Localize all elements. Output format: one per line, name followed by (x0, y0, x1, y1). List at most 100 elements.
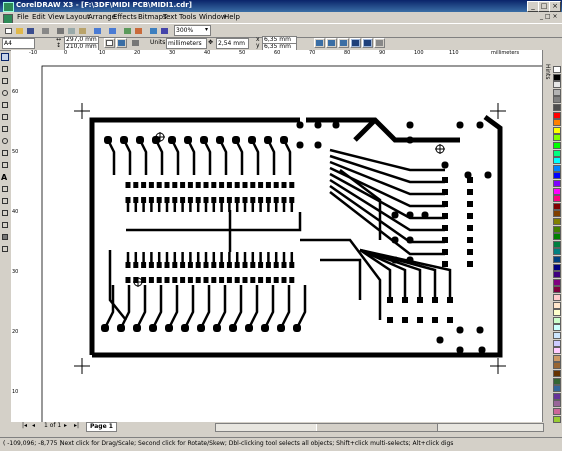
color-swatch[interactable] (553, 73, 561, 81)
treat-as-filled-icon[interactable] (314, 38, 325, 48)
menu-effects[interactable]: Effects (113, 13, 137, 21)
cut-icon[interactable] (55, 26, 66, 36)
color-swatch[interactable] (553, 339, 561, 347)
color-swatch[interactable] (553, 157, 561, 165)
color-swatch[interactable] (553, 354, 561, 362)
color-swatch[interactable] (553, 195, 561, 203)
color-swatch[interactable] (553, 301, 561, 309)
color-swatch[interactable] (553, 240, 561, 248)
portrait-icon[interactable] (104, 38, 115, 48)
color-swatch[interactable] (553, 370, 561, 377)
fill-tool-icon[interactable] (1, 233, 9, 241)
menu-arrange[interactable]: Arrange (88, 13, 116, 21)
first-page-icon[interactable]: |◂ (22, 422, 27, 430)
print-icon[interactable] (40, 26, 51, 36)
color-swatch[interactable] (553, 294, 561, 301)
pick-tool-icon[interactable] (1, 53, 9, 61)
crop-tool-icon[interactable] (1, 77, 9, 85)
rectangle-tool-icon[interactable] (1, 125, 9, 133)
page-tab[interactable]: Page 1 (86, 422, 117, 432)
export-icon[interactable] (133, 26, 144, 36)
transparency-tool-icon[interactable] (1, 197, 9, 205)
color-swatch[interactable] (553, 400, 561, 408)
ellipse-tool-icon[interactable] (1, 137, 9, 145)
all-pages-icon[interactable] (130, 38, 141, 48)
color-swatch[interactable] (553, 66, 561, 73)
paste-icon[interactable] (77, 26, 88, 36)
color-swatch[interactable] (553, 332, 561, 339)
color-swatch[interactable] (553, 142, 561, 149)
color-swatch[interactable] (553, 385, 561, 393)
freehand-tool-icon[interactable] (1, 101, 9, 109)
units-select[interactable]: millimeters (166, 38, 207, 49)
color-swatch[interactable] (553, 134, 561, 142)
coreldraw-app-icon[interactable] (3, 2, 14, 12)
menu-tools[interactable]: Tools (179, 13, 196, 21)
open-icon[interactable] (14, 26, 25, 36)
color-swatch[interactable] (553, 263, 561, 271)
import-icon[interactable] (122, 26, 133, 36)
color-swatch[interactable] (553, 233, 561, 241)
color-swatch[interactable] (553, 172, 561, 180)
new-icon[interactable] (3, 26, 14, 36)
application-launcher-icon[interactable] (148, 26, 159, 36)
color-swatch[interactable] (553, 309, 561, 317)
smart-fill-tool-icon[interactable] (1, 113, 9, 121)
color-swatch[interactable] (553, 111, 561, 119)
horizontal-scrollbar[interactable] (215, 423, 544, 432)
menu-file[interactable]: File (17, 13, 29, 21)
drawing-canvas[interactable] (20, 59, 542, 422)
color-swatch[interactable] (553, 149, 561, 157)
basic-shapes-tool-icon[interactable] (1, 161, 9, 169)
color-swatch[interactable] (553, 119, 561, 127)
zoom-tool-icon[interactable] (1, 89, 9, 97)
menu-window[interactable]: Window (199, 13, 227, 21)
eyedropper-tool-icon[interactable] (1, 209, 9, 217)
color-swatch[interactable] (553, 180, 561, 187)
next-page-icon[interactable]: ▸ (64, 422, 67, 430)
color-swatch[interactable] (553, 202, 561, 210)
color-swatch[interactable] (553, 187, 561, 195)
corel-online-icon[interactable] (159, 26, 170, 36)
polygon-tool-icon[interactable] (1, 149, 9, 157)
scroll-thumb[interactable] (316, 424, 438, 431)
color-swatch[interactable] (553, 392, 561, 400)
menu-layout[interactable]: Layout (66, 13, 90, 21)
outline-tool-icon[interactable] (1, 221, 9, 229)
color-swatch[interactable] (553, 377, 561, 385)
color-swatch[interactable] (553, 248, 561, 256)
color-swatch[interactable] (553, 347, 561, 355)
paper-size-select[interactable]: A4 (2, 38, 35, 49)
close-button[interactable]: × (549, 1, 561, 12)
menu-text[interactable]: Text (163, 13, 177, 21)
color-swatch[interactable] (553, 164, 561, 172)
snap-to-objects-icon[interactable] (350, 38, 361, 48)
prev-page-icon[interactable]: ◂ (32, 422, 35, 430)
color-swatch[interactable] (553, 271, 561, 279)
dynamic-guides-icon[interactable] (362, 38, 373, 48)
snap-to-grid-icon[interactable] (326, 38, 337, 48)
undo-icon[interactable] (92, 26, 103, 36)
interactive-fill-tool-icon[interactable] (1, 245, 9, 253)
landscape-icon[interactable] (116, 38, 127, 48)
doc-window-controls[interactable]: _ □ × (540, 13, 558, 20)
color-swatch[interactable] (553, 415, 561, 423)
save-icon[interactable] (25, 26, 36, 36)
color-swatch[interactable] (553, 104, 561, 111)
color-swatch[interactable] (553, 324, 561, 332)
text-tool-icon[interactable]: A (1, 173, 9, 182)
snap-to-guidelines-icon[interactable] (338, 38, 349, 48)
copy-icon[interactable] (66, 26, 77, 36)
nudge-distance-field[interactable]: 2,54 mm (216, 38, 249, 49)
color-swatch[interactable] (553, 408, 561, 415)
last-page-icon[interactable]: ▸| (74, 422, 79, 430)
color-swatch[interactable] (553, 286, 561, 294)
color-swatch[interactable] (553, 88, 561, 96)
menu-help[interactable]: Help (224, 13, 240, 21)
color-swatch[interactable] (553, 278, 561, 286)
menu-edit[interactable]: Edit (32, 13, 46, 21)
color-swatch[interactable] (553, 126, 561, 134)
color-swatch[interactable] (553, 81, 561, 89)
shape-tool-icon[interactable] (1, 65, 9, 73)
color-swatch[interactable] (553, 256, 561, 263)
